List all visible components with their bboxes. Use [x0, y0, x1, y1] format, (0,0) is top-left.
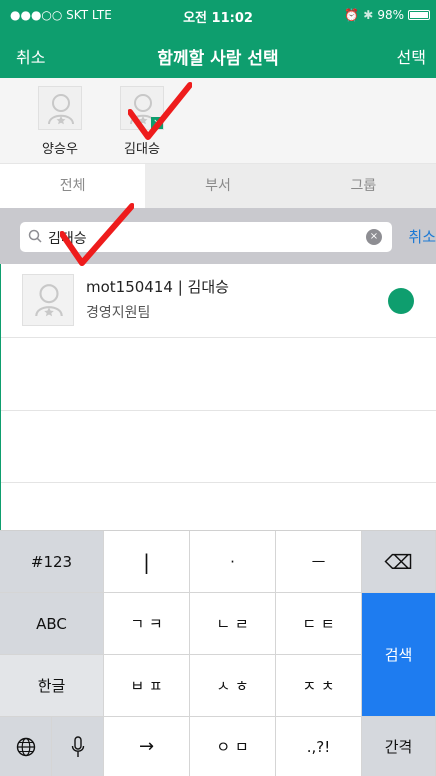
- person-icon: [48, 94, 74, 125]
- space-key[interactable]: 간격: [362, 717, 436, 776]
- nav-bar: 취소 함께할 사람 선택 선택: [0, 34, 436, 78]
- alarm-icon: ⏰: [344, 8, 360, 22]
- tab-group[interactable]: 그룹: [290, 164, 436, 208]
- key-row4-1[interactable]: →: [104, 717, 190, 776]
- checkmark-annotation-icon: [128, 82, 192, 140]
- key-row2-1[interactable]: ㄱ ㅋ: [104, 593, 190, 655]
- avatar: [22, 274, 74, 326]
- result-subtitle: 경영지원팀: [86, 305, 151, 321]
- key-symbols[interactable]: #123: [0, 531, 104, 593]
- battery-icon: [408, 10, 430, 20]
- backspace-key[interactable]: ⌫: [362, 531, 436, 593]
- selected-chip[interactable]: 양승우: [30, 86, 90, 157]
- tab-department[interactable]: 부서: [145, 164, 291, 208]
- key-row4-3[interactable]: .,?!: [276, 717, 362, 776]
- mic-key[interactable]: [52, 717, 104, 776]
- status-bar: ●●●○○ SKT LTE 오전 11:02 ⏰ ✱ 98%: [0, 0, 436, 34]
- key-row2-2[interactable]: ㄴ ㄹ: [190, 593, 276, 655]
- key-row4-2[interactable]: ㅇ ㅁ: [190, 717, 276, 776]
- chip-name: 김대승: [124, 142, 160, 157]
- microphone-icon: [71, 735, 84, 757]
- key-row1-2[interactable]: ·: [190, 531, 276, 593]
- search-key[interactable]: 검색: [362, 593, 436, 717]
- key-row3-2[interactable]: ㅅ ㅎ: [190, 655, 276, 717]
- status-indicator: [388, 288, 414, 314]
- battery-percent: 98%: [377, 8, 404, 22]
- cancel-button[interactable]: 취소: [16, 44, 45, 68]
- key-row2-3[interactable]: ㄷ ㅌ: [276, 593, 362, 655]
- search-cancel-button[interactable]: 취소: [408, 226, 436, 247]
- bluetooth-icon: ✱: [363, 8, 374, 22]
- search-icon: [28, 229, 42, 243]
- page-title: 함께할 사람 선택: [157, 49, 279, 69]
- clear-icon[interactable]: ×: [366, 229, 382, 245]
- checkmark-annotation-icon: [60, 203, 134, 266]
- key-hangul[interactable]: 한글: [0, 655, 104, 717]
- selected-people: 양승우 × 김대승: [0, 78, 436, 164]
- list-item[interactable]: mot150414 | 김대승 경영지원팀: [0, 264, 436, 338]
- avatar: [38, 86, 82, 130]
- keyboard: #123 | · ㅡ ⌫ ABC ㄱ ㅋ ㄴ ㄹ ㄷ ㅌ 검색 한글 ㅂ ㅍ ㅅ…: [0, 530, 436, 776]
- key-row3-3[interactable]: ㅈ ㅊ: [276, 655, 362, 717]
- chip-name: 양승우: [42, 142, 78, 157]
- key-row1-1[interactable]: |: [104, 531, 190, 593]
- key-abc[interactable]: ABC: [0, 593, 104, 655]
- key-row1-3[interactable]: ㅡ: [276, 531, 362, 593]
- result-title: mot150414 | 김대승: [86, 278, 229, 296]
- status-right: ⏰ ✱ 98%: [344, 8, 430, 22]
- globe-key[interactable]: [0, 717, 52, 776]
- globe-icon: [16, 737, 35, 756]
- left-accent-line: [0, 264, 1, 530]
- key-row3-1[interactable]: ㅂ ㅍ: [104, 655, 190, 717]
- select-button[interactable]: 선택: [397, 44, 426, 68]
- person-icon: [35, 284, 63, 317]
- divider: [0, 482, 436, 483]
- divider: [0, 410, 436, 411]
